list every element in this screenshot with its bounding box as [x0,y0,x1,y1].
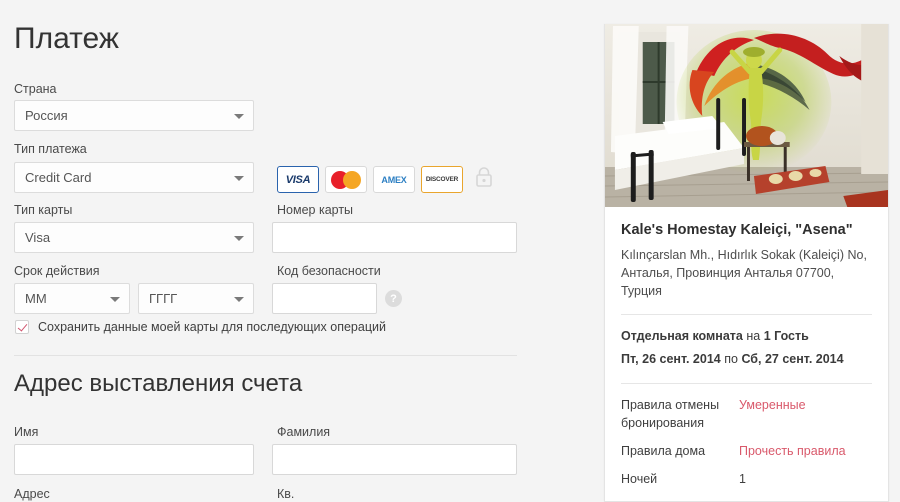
date-to: Сб, 27 сент. 2014 [741,352,844,366]
date-from: Пт, 26 сент. 2014 [621,352,721,366]
card-number-input[interactable] [272,222,517,253]
expiry-month-select[interactable]: ММ [14,283,130,314]
policy-value[interactable]: Умеренные [739,396,806,414]
stay-dates: Пт, 26 сент. 2014 по Сб, 27 сент. 2014 [621,350,872,369]
chevron-down-icon [234,296,244,302]
last-name-input[interactable] [272,444,517,475]
table-row: Правила отмены бронирования Умеренные [621,396,872,432]
payment-type-label: Тип платежа [14,142,87,156]
expiry-year-value: ГГГГ [149,291,178,306]
payment-type-select[interactable]: Credit Card [14,162,254,193]
checkout-page: Платеж Страна Россия Тип платежа Credit … [0,0,900,502]
listing-title: Kale's Homestay Kaleiçi, "Asena" [621,222,853,238]
expiry-month-value: ММ [25,291,47,306]
section-divider [14,355,517,356]
listing-address: Kılınçarslan Mh., Hıdırlık Sokak (Kaleiç… [621,246,872,300]
security-code-label: Код безопасности [277,264,381,278]
billing-heading: Адрес выставления счета [14,370,303,397]
chevron-down-icon [234,235,244,241]
listing-divider-2 [621,383,872,384]
card-type-select-value: Visa [25,230,51,245]
listing-address-line-3: Турция [621,284,662,298]
table-row: Правила дома Прочесть правила [621,442,872,460]
expiry-label: Срок действия [14,264,100,278]
card-type-label: Тип карты [14,203,73,217]
room-type: Отдельная комната [621,329,743,343]
room-photo [605,24,888,207]
chevron-down-icon [110,296,120,302]
lock-icon [475,166,493,193]
address-label: Адрес [14,487,50,501]
save-card-label: Сохранить данные моей карты для последую… [38,320,386,334]
listing-address-line-1: Kılınçarslan Mh., Hıdırlık Sokak (Kaleiç… [621,248,867,262]
page-title: Платеж [14,22,119,55]
payment-type-select-value: Credit Card [25,170,92,185]
country-select[interactable]: Россия [14,100,254,131]
policy-value: 1 [739,472,746,486]
accepted-cards: VISA AMEX DISCOVER [277,166,493,193]
listing-summary-panel: Kale's Homestay Kaleiçi, "Asena" Kılınça… [604,24,889,502]
table-row: Ночей 1 [621,470,872,488]
policy-key: Ночей [621,472,658,486]
save-card-checkbox[interactable] [15,320,29,334]
help-icon[interactable]: ? [385,290,402,307]
policy-key: Правила отмены бронирования [621,398,720,430]
room-guests: 1 Гость [763,329,809,343]
save-card-checkbox-row[interactable]: Сохранить данные моей карты для последую… [15,320,386,334]
last-name-label: Фамилия [277,425,331,439]
chevron-down-icon [234,175,244,181]
listing-details: Kale's Homestay Kaleiçi, "Asena" Kılınça… [605,207,888,488]
amex-logo: AMEX [373,166,415,193]
room-guests-prefix: на [746,329,761,343]
policy-table: Правила отмены бронирования Умеренные Пр… [621,396,872,488]
apartment-label: Кв. [277,487,295,501]
card-type-select[interactable]: Visa [14,222,254,253]
country-select-value: Россия [25,108,68,123]
visa-logo: VISA [277,166,319,193]
first-name-label: Имя [14,425,39,439]
country-label: Страна [14,82,57,96]
payment-form-column: Платеж Страна Россия Тип платежа Credit … [0,0,560,502]
date-separator: по [724,352,738,366]
policy-value[interactable]: Прочесть правила [739,442,846,460]
listing-address-line-2: Анталья, Провинция Анталья 07700, [621,266,835,280]
discover-logo: DISCOVER [421,166,463,193]
listing-divider [621,314,872,315]
mastercard-logo [325,166,367,193]
first-name-input[interactable] [14,444,254,475]
policy-key: Правила дома [621,444,706,458]
card-number-label: Номер карты [277,203,354,217]
security-code-input[interactable] [272,283,377,314]
room-summary: Отдельная комната на 1 Гость [621,327,872,346]
expiry-year-select[interactable]: ГГГГ [138,283,254,314]
chevron-down-icon [234,113,244,119]
